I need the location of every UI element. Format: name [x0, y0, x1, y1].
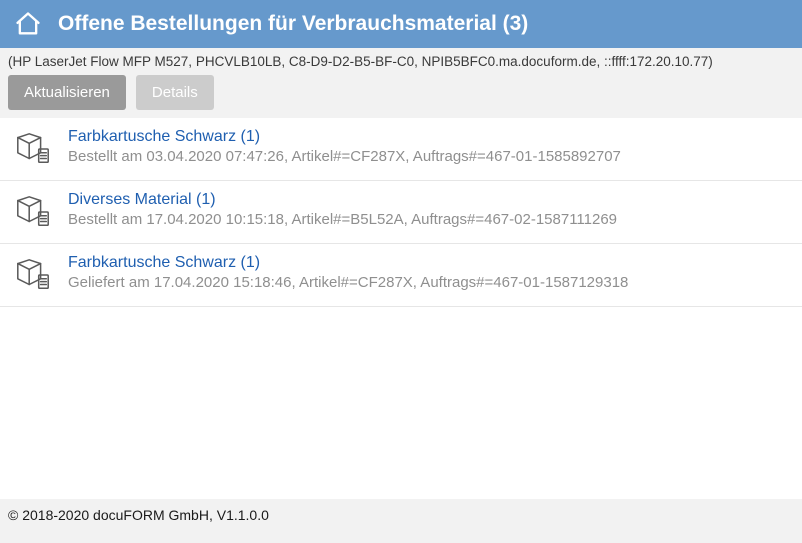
list-item[interactable]: Diverses Material (1) Bestellt am 17.04.…	[0, 181, 802, 244]
order-title: Diverses Material (1)	[68, 191, 788, 209]
footer: © 2018-2020 docuFORM GmbH, V1.1.0.0	[0, 499, 802, 543]
list-item[interactable]: Farbkartusche Schwarz (1) Bestellt am 03…	[0, 118, 802, 181]
order-title: Farbkartusche Schwarz (1)	[68, 128, 788, 146]
app-header: Offene Bestellungen für Verbrauchsmateri…	[0, 0, 802, 48]
package-icon	[14, 128, 54, 168]
refresh-button[interactable]: Aktualisieren	[8, 75, 126, 110]
order-list: Farbkartusche Schwarz (1) Bestellt am 03…	[0, 118, 802, 307]
order-subtitle: Bestellt am 17.04.2020 10:15:18, Artikel…	[68, 211, 788, 228]
copyright-text: © 2018-2020 docuFORM GmbH, V1.1.0.0	[8, 507, 269, 523]
order-subtitle: Bestellt am 03.04.2020 07:47:26, Artikel…	[68, 148, 788, 165]
package-icon	[14, 191, 54, 231]
home-icon[interactable]	[14, 10, 42, 38]
toolbar: Aktualisieren Details	[0, 73, 802, 118]
package-icon	[14, 254, 54, 294]
list-item[interactable]: Farbkartusche Schwarz (1) Geliefert am 1…	[0, 244, 802, 307]
order-subtitle: Geliefert am 17.04.2020 15:18:46, Artike…	[68, 274, 788, 291]
order-title: Farbkartusche Schwarz (1)	[68, 254, 788, 272]
page-title: Offene Bestellungen für Verbrauchsmateri…	[58, 12, 528, 36]
details-button: Details	[136, 75, 214, 110]
device-info: (HP LaserJet Flow MFP M527, PHCVLB10LB, …	[0, 48, 802, 73]
